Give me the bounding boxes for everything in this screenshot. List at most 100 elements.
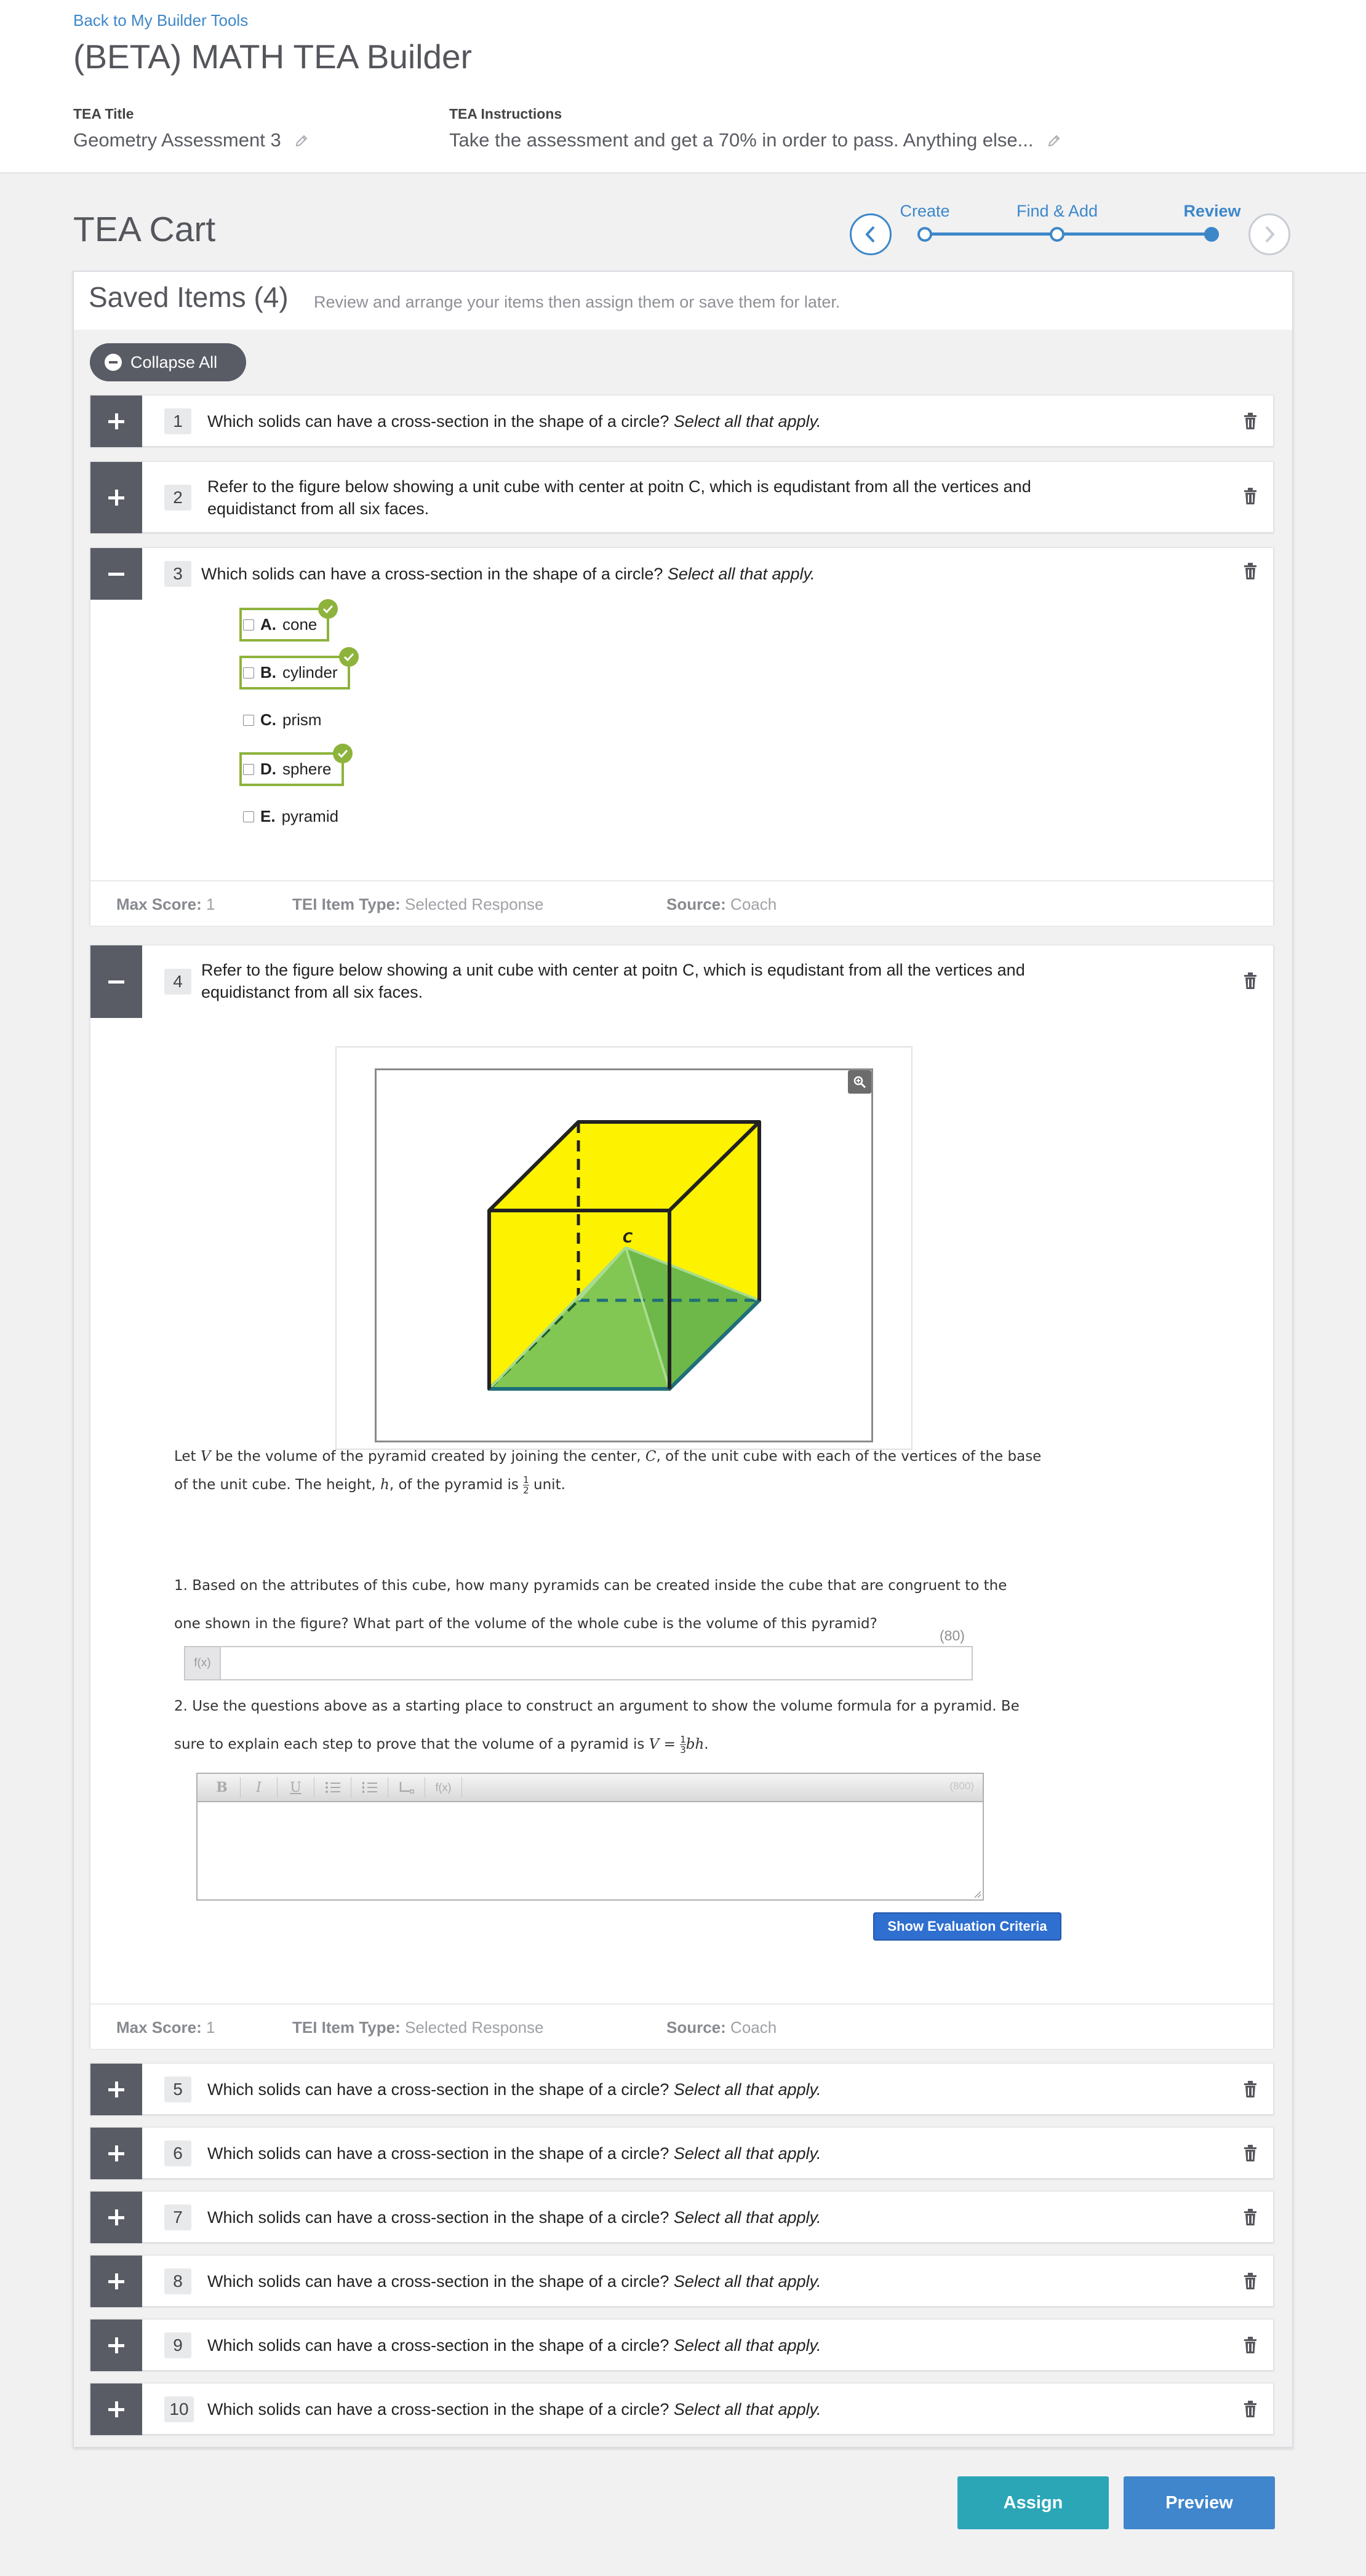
expand-toggle[interactable] [90, 2128, 142, 2179]
question-text: Which solids can have a cross-section in… [207, 2272, 821, 2291]
trash-icon[interactable] [1244, 2081, 1257, 2098]
question-number: 8 [164, 2268, 191, 2294]
question-card: 1 Which solids can have a cross-section … [90, 395, 1274, 447]
plus-icon [108, 490, 124, 506]
trash-icon[interactable] [1244, 2273, 1257, 2290]
expand-toggle[interactable] [90, 2192, 142, 2243]
tea-instructions-field[interactable]: Take the assessment and get a 70% in ord… [449, 129, 1061, 153]
passage-line-1: Let V be the volume of the pyramid creat… [174, 1449, 1042, 1465]
tea-title-field[interactable]: Geometry Assessment 3 [73, 129, 308, 153]
question-meta-bar: Max Score: 1 TEI Item Type: Selected Res… [90, 2003, 1273, 2049]
collapse-toggle[interactable] [90, 945, 142, 1018]
function-button[interactable]: f(x) [425, 1777, 462, 1798]
question-card: 5 Which solids can have a cross-section … [90, 2063, 1274, 2115]
collapse-toggle[interactable] [90, 548, 142, 600]
edit-pencil-icon[interactable] [295, 130, 308, 153]
subscript-icon[interactable] [388, 1777, 425, 1798]
question-text: Which solids can have a cross-section in… [201, 565, 815, 583]
question-number: 6 [164, 2141, 191, 2166]
question-card: 6 Which solids can have a cross-section … [90, 2127, 1274, 2179]
char-counter: (800) [949, 1780, 974, 1792]
choice-checkbox[interactable] [243, 811, 254, 822]
resize-grip-icon[interactable] [973, 1890, 981, 1898]
preview-button[interactable]: Preview [1124, 2476, 1275, 2529]
trash-icon[interactable] [1244, 2145, 1257, 2162]
question-number: 2 [164, 485, 191, 511]
choice-option[interactable]: E. pyramid [243, 807, 338, 826]
step-dot-review[interactable] [1204, 227, 1219, 242]
saved-items-subtitle: Review and arrange your items then assig… [314, 293, 841, 311]
choice-checkbox[interactable] [243, 763, 254, 775]
bold-button[interactable]: B [204, 1777, 241, 1798]
char-counter: (80) [940, 1628, 965, 1644]
step-dot-create[interactable] [917, 227, 932, 242]
collapse-all-label: Collapse All [130, 352, 218, 372]
question-card: 8 Which solids can have a cross-section … [90, 2255, 1274, 2307]
question-card-expanded: 4 Refer to the figure below showing a un… [90, 945, 1274, 2049]
choice-option[interactable]: D. sphere [239, 744, 353, 786]
choice-checkbox[interactable] [243, 619, 254, 630]
trash-icon[interactable] [1244, 413, 1257, 430]
app-title: (BETA) MATH TEA Builder [73, 38, 472, 76]
checkmark-icon [338, 647, 359, 667]
back-to-builder-tools-link[interactable]: Back to My Builder Tools [73, 11, 248, 30]
trash-icon[interactable] [1244, 2209, 1257, 2226]
stepper-track [925, 233, 1212, 236]
saved-items-panel: Saved Items (4) Review and arrange your … [73, 271, 1293, 2448]
step-next-button[interactable] [1248, 213, 1290, 255]
expand-toggle[interactable] [90, 2256, 142, 2307]
bullet-list-icon[interactable] [314, 1777, 351, 1798]
checkmark-icon [318, 599, 338, 619]
assign-button[interactable]: Assign [957, 2476, 1109, 2529]
trash-icon[interactable] [1244, 972, 1257, 990]
expand-toggle[interactable] [90, 2383, 142, 2435]
zoom-icon[interactable] [848, 1070, 871, 1094]
step-previous-button[interactable] [850, 213, 892, 255]
question-text: Which solids can have a cross-section in… [207, 2400, 821, 2419]
question-number: 1 [164, 408, 191, 434]
underline-button[interactable]: U [278, 1777, 314, 1798]
question-text: Refer to the figure below showing a unit… [207, 477, 1031, 518]
italic-button[interactable]: I [241, 1777, 278, 1798]
step-label-create[interactable]: Create [900, 202, 949, 221]
choice-option[interactable]: C. prism [243, 710, 322, 729]
function-button[interactable]: f(x) [185, 1647, 221, 1679]
trash-icon[interactable] [1244, 563, 1257, 580]
expand-toggle[interactable] [90, 396, 142, 447]
question-meta-bar: Max Score: 1 TEI Item Type: Selected Res… [90, 880, 1273, 926]
plus-icon [108, 413, 124, 429]
minus-circle-icon [105, 354, 122, 371]
choice-option[interactable]: B. cylinder [239, 647, 359, 690]
trash-icon[interactable] [1244, 488, 1257, 505]
tea-instructions-label: TEA Instructions [449, 106, 562, 122]
step-label-review[interactable]: Review [1183, 202, 1240, 221]
plus-icon [108, 2337, 124, 2353]
question-text: Which solids can have a cross-section in… [207, 2336, 821, 2355]
step-dot-find-add[interactable] [1050, 227, 1064, 242]
show-evaluation-criteria-button[interactable]: Show Evaluation Criteria [873, 1912, 1061, 1941]
choice-checkbox[interactable] [243, 714, 254, 726]
choice-option[interactable]: A. cone [239, 599, 338, 642]
step-label-find-add[interactable]: Find & Add [1017, 202, 1098, 221]
fraction-one-third: 13 [680, 1734, 686, 1755]
question-text: Refer to the figure below showing a unit… [201, 961, 1025, 1001]
question-number: 9 [164, 2332, 191, 2358]
rich-text-editor[interactable]: B I U f(x) (800) [196, 1773, 984, 1901]
question-text: Which solids can have a cross-section in… [207, 2208, 821, 2227]
expand-toggle[interactable] [90, 2064, 142, 2115]
numbered-list-icon[interactable] [351, 1777, 388, 1798]
question-number: 7 [164, 2204, 191, 2230]
answer-input-1[interactable]: f(x) [184, 1646, 973, 1680]
plus-icon [108, 2145, 124, 2161]
question-card: 7 Which solids can have a cross-section … [90, 2191, 1274, 2243]
choice-checkbox[interactable] [243, 667, 254, 678]
chevron-right-icon [1265, 226, 1275, 243]
expand-toggle[interactable] [90, 462, 142, 533]
collapse-all-button[interactable]: Collapse All [90, 343, 246, 381]
expand-toggle[interactable] [90, 2320, 142, 2371]
edit-pencil-icon[interactable] [1047, 130, 1061, 153]
minus-icon [108, 974, 124, 990]
trash-icon[interactable] [1244, 2337, 1257, 2354]
question-number: 5 [164, 2077, 191, 2102]
trash-icon[interactable] [1244, 2401, 1257, 2418]
